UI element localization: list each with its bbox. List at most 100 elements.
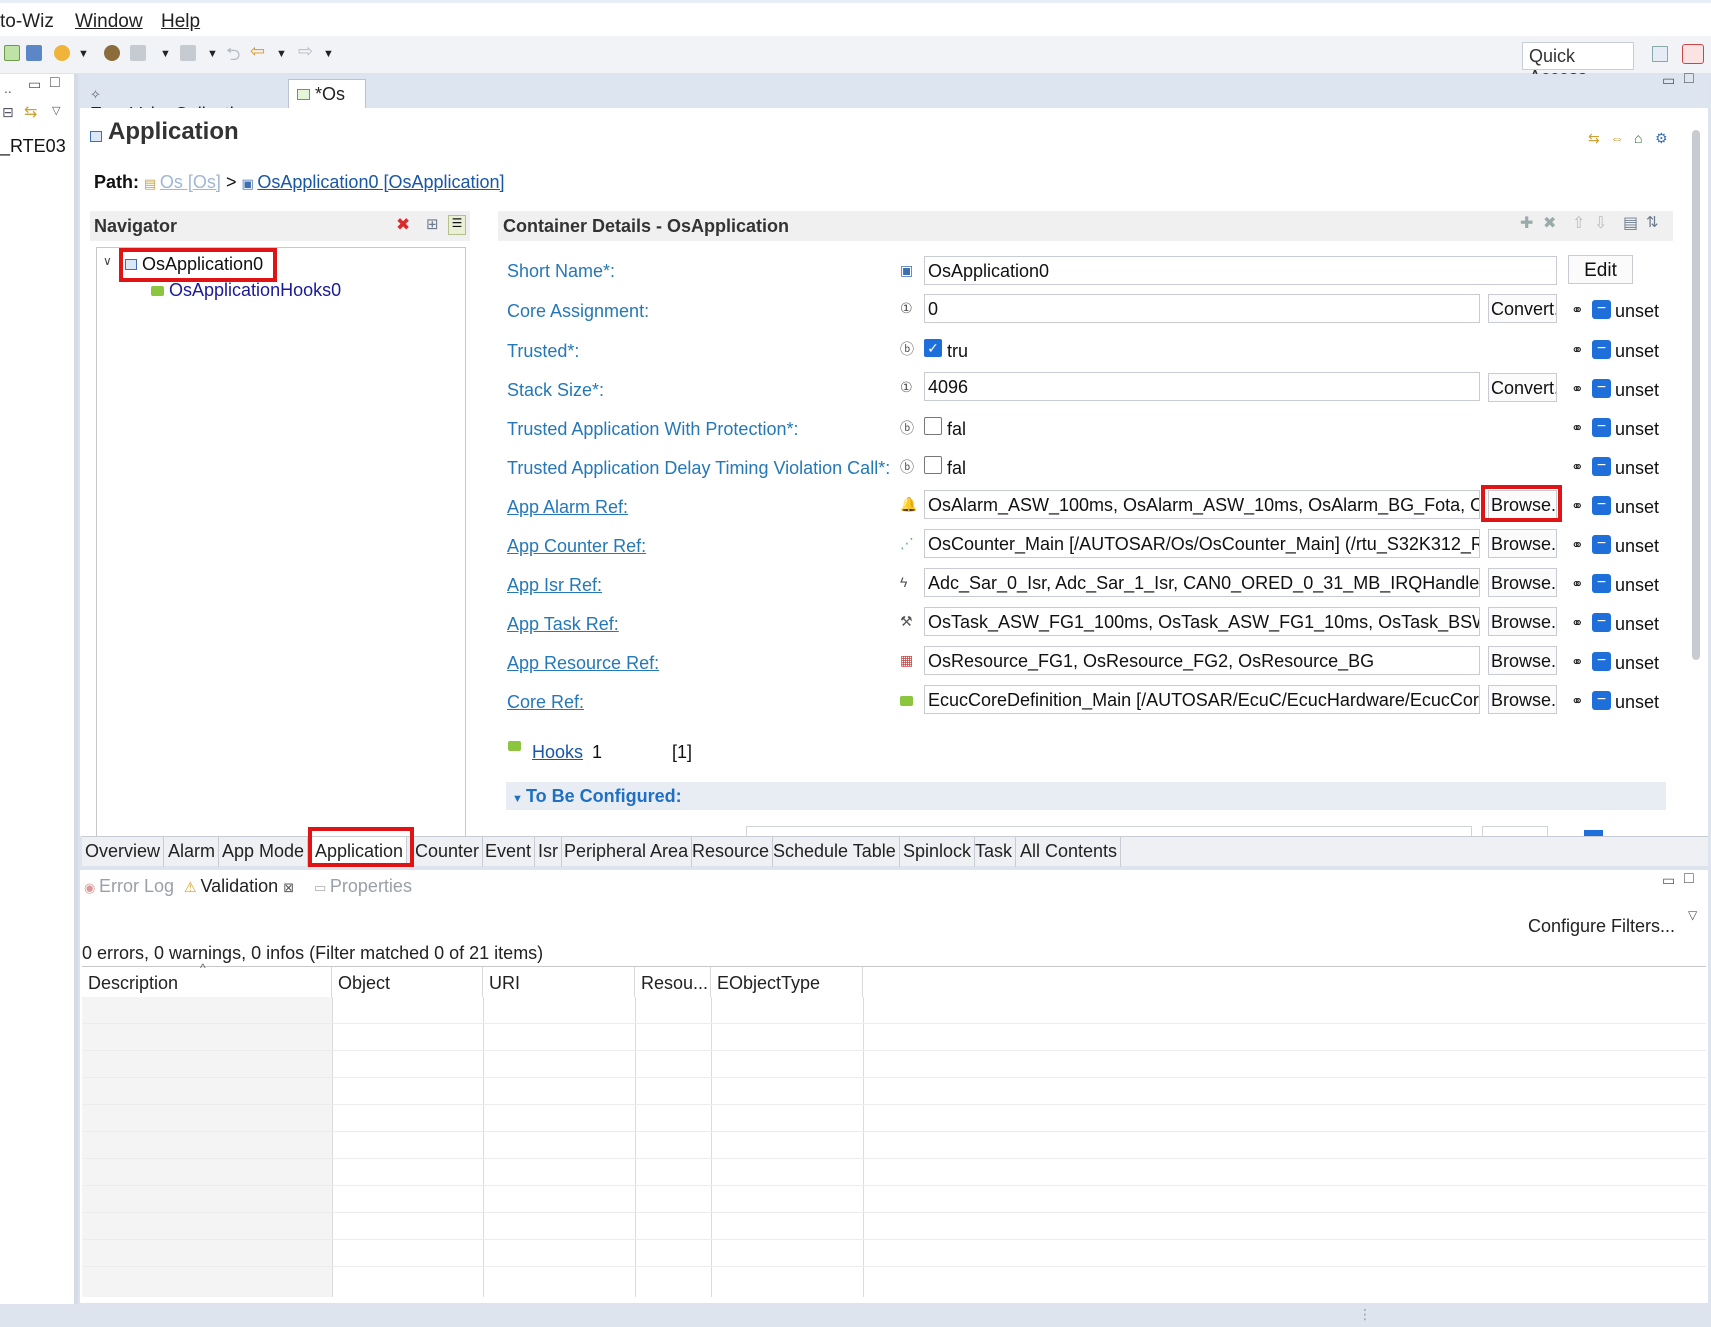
app-alarm-ref-input[interactable]: OsAlarm_ASW_100ms, OsAlarm_ASW_10ms, OsA…	[924, 490, 1480, 519]
unset-label[interactable]: unset	[1615, 536, 1659, 557]
page-tab-schedule-table[interactable]: Schedule Table	[770, 837, 900, 867]
browse-button[interactable]: Browse..	[1488, 529, 1557, 558]
column-uri[interactable]: URI	[483, 967, 635, 997]
import-icon[interactable]	[130, 45, 146, 61]
warning-icon[interactable]	[54, 45, 70, 61]
sort-icon[interactable]: ⇅	[1646, 213, 1659, 231]
link-editor-icon[interactable]: ⇔	[1610, 130, 1624, 146]
unset-label[interactable]: unset	[1615, 653, 1659, 674]
unset-icon[interactable]: −	[1592, 300, 1611, 319]
unset-label[interactable]: unset	[1615, 575, 1659, 596]
settings-icon[interactable]: ⚙	[1655, 130, 1668, 147]
app-counter-ref-input[interactable]: OsCounter_Main [/AUTOSAR/Os/OsCounter_Ma…	[924, 529, 1480, 558]
close-icon[interactable]: ⊠	[283, 880, 294, 895]
forward-icon[interactable]: ⇨	[298, 41, 313, 62]
sync-icon[interactable]: ⇆	[24, 102, 37, 122]
column-resource[interactable]: Resou...	[635, 967, 711, 997]
collapse-all-icon[interactable]: ⊞	[426, 215, 439, 233]
page-tab-resource[interactable]: Resource	[689, 837, 774, 867]
unset-label[interactable]: unset	[1615, 419, 1659, 440]
tree-item-osapplicationhooks0[interactable]: OsApplicationHooks0	[151, 280, 341, 301]
back-icon[interactable]: ⇦	[250, 41, 265, 62]
page-tab-task[interactable]: Task	[972, 837, 1017, 867]
partial-input[interactable]	[746, 826, 1472, 836]
chevron-down-icon[interactable]: ▼	[78, 48, 89, 60]
minimize-icon[interactable]: ▭	[1662, 872, 1675, 889]
partial-button[interactable]	[1482, 826, 1548, 836]
export-icon[interactable]	[180, 45, 196, 61]
chevron-down-icon[interactable]: ∨	[103, 254, 112, 268]
minimize-icon[interactable]: ▭	[1662, 72, 1675, 89]
unset-icon[interactable]: −	[1592, 379, 1611, 398]
unset-icon[interactable]: −	[1592, 418, 1611, 437]
chain-icon[interactable]: ⚭	[1571, 380, 1584, 398]
edit-icon[interactable]: ▤	[1623, 213, 1638, 233]
to-be-configured-section[interactable]: ▼ To Be Configured:	[506, 782, 1666, 810]
unset-label[interactable]: unset	[1615, 458, 1659, 479]
undo-icon[interactable]: ⮌	[226, 42, 240, 72]
chain-icon[interactable]: ⚭	[1571, 536, 1584, 554]
unset-label[interactable]: unset	[1615, 301, 1659, 322]
maximize-icon[interactable]: □	[1684, 870, 1694, 888]
core-ref-label[interactable]: Core Ref:	[507, 692, 584, 713]
core-assignment-input[interactable]: 0	[924, 294, 1480, 323]
page-tab-event[interactable]: Event	[482, 837, 536, 867]
view-menu-dots[interactable]: ..	[4, 80, 12, 96]
filter-icon[interactable]: ☰	[448, 215, 466, 235]
chain-icon[interactable]: ⚭	[1571, 341, 1584, 359]
page-tab-all-contents[interactable]: All Contents	[1017, 837, 1122, 867]
remove-icon[interactable]: ✖	[1543, 213, 1556, 233]
chain-icon[interactable]: ⚭	[1571, 614, 1584, 632]
tab-validation[interactable]: ⚠ Validation ⊠	[184, 876, 294, 897]
chevron-down-icon[interactable]: ▼	[160, 48, 171, 60]
hooks-link[interactable]: Hooks	[532, 742, 583, 763]
unset-icon[interactable]: −	[1592, 535, 1611, 554]
unset-icon[interactable]: −	[1592, 691, 1611, 710]
perspective-icon[interactable]	[1652, 46, 1668, 62]
tab-properties[interactable]: ▭ Properties	[314, 876, 412, 897]
column-eobjecttype[interactable]: EObjectType	[711, 967, 863, 997]
add-icon[interactable]: ✚	[1520, 213, 1533, 233]
trusted-protection-checkbox[interactable]	[924, 417, 942, 435]
tab-error-log[interactable]: ◉ Error Log	[84, 876, 174, 897]
tab-os[interactable]: *Os ⊠	[288, 79, 366, 124]
quick-access-input[interactable]: Quick Access	[1522, 42, 1634, 87]
column-description[interactable]: Description	[82, 967, 332, 997]
browse-button[interactable]: Browse..	[1488, 607, 1557, 636]
refresh-icon[interactable]: ⇆	[1588, 130, 1600, 147]
home-icon[interactable]: ⌂	[1634, 130, 1642, 146]
app-task-ref-input[interactable]: OsTask_ASW_FG1_100ms, OsTask_ASW_FG1_10m…	[924, 607, 1480, 636]
breadcrumb-osapplication[interactable]: OsApplication0 [OsApplication]	[257, 172, 504, 192]
browse-button[interactable]: Browse..	[1488, 568, 1557, 597]
unset-label[interactable]: unset	[1615, 497, 1659, 518]
browse-button[interactable]: Browse..	[1488, 646, 1557, 675]
unset-label[interactable]: unset	[1615, 692, 1659, 713]
eye-icon[interactable]	[1682, 44, 1704, 64]
menu-app[interactable]: to-Wiz	[0, 11, 54, 33]
convert-button[interactable]: Convert..	[1488, 373, 1557, 402]
app-task-ref-label[interactable]: App Task Ref:	[507, 614, 619, 635]
minimize-icon[interactable]: ▭	[28, 76, 41, 93]
chevron-down-icon[interactable]: ▼	[323, 48, 334, 60]
app-alarm-ref-label[interactable]: App Alarm Ref:	[507, 497, 628, 518]
menu-window[interactable]: Window	[75, 11, 143, 33]
delete-icon[interactable]: ✖	[396, 215, 410, 235]
edit-button[interactable]: Edit	[1568, 255, 1633, 284]
chain-icon[interactable]: ⚭	[1571, 458, 1584, 476]
link-icon[interactable]	[104, 45, 120, 61]
tool-icon[interactable]	[26, 45, 42, 61]
unset-icon[interactable]: −	[1592, 613, 1611, 632]
view-menu-icon[interactable]: ▽	[1688, 908, 1697, 922]
page-tab-counter[interactable]: Counter	[412, 837, 484, 867]
unset-icon[interactable]: −	[1592, 457, 1611, 476]
chain-icon[interactable]: ⚭	[1571, 301, 1584, 319]
chain-icon[interactable]: ⚭	[1571, 653, 1584, 671]
app-resource-ref-label[interactable]: App Resource Ref:	[507, 653, 659, 674]
unset-icon[interactable]: −	[1592, 496, 1611, 515]
unset-icon[interactable]: −	[1592, 340, 1611, 359]
browse-button[interactable]: Browse..	[1488, 685, 1557, 714]
core-ref-input[interactable]: EcucCoreDefinition_Main [/AUTOSAR/EcuC/E…	[924, 685, 1480, 714]
app-counter-ref-label[interactable]: App Counter Ref:	[507, 536, 646, 557]
move-up-icon[interactable]: ⇧	[1572, 213, 1585, 233]
chevron-down-icon[interactable]: ▼	[207, 48, 218, 60]
